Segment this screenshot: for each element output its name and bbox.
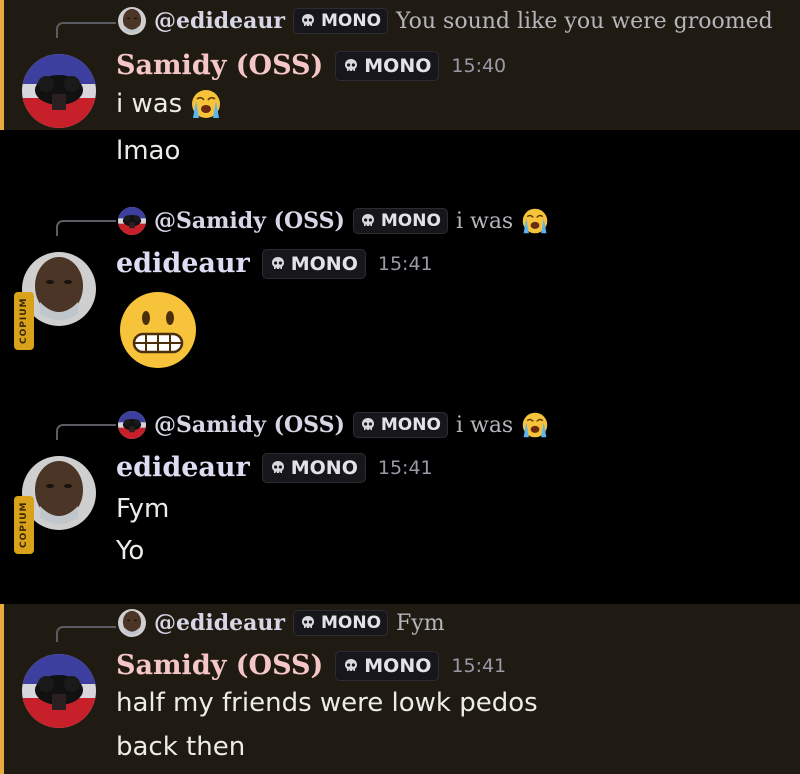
loudly-crying-face-icon (521, 207, 549, 235)
guild-tag[interactable]: MONO (335, 50, 440, 81)
message-2[interactable]: @Samidy (OSS) MONO i was COPIUM edideaur… (0, 196, 800, 382)
reply-author[interactable]: @edideaur (154, 8, 285, 34)
message-text: Fym (116, 494, 170, 524)
reply-connector (56, 424, 116, 440)
reply-text: Fym (396, 610, 445, 636)
reply-text: i was (455, 208, 514, 234)
loudly-crying-face-icon (190, 88, 222, 120)
reply-connector (56, 626, 116, 642)
message-header: edideaur MONO 15:41 (116, 248, 433, 279)
username[interactable]: Samidy (OSS) (116, 650, 323, 681)
reply-preview[interactable]: @Samidy (OSS) MONO i was (118, 206, 549, 236)
username[interactable]: edideaur (116, 452, 250, 483)
timestamp: 15:41 (377, 252, 433, 275)
guild-tag[interactable]: MONO (261, 248, 366, 279)
reply-text: You sound like you were groomed (396, 8, 773, 34)
username[interactable]: edideaur (116, 248, 250, 279)
skull-icon (270, 460, 286, 476)
message-text: half my friends were lowk pedos (116, 688, 538, 718)
skull-icon (343, 658, 359, 674)
reply-preview[interactable]: @edideaur MONO You sound like you were g… (118, 6, 773, 36)
username[interactable]: Samidy (OSS) (116, 50, 323, 81)
skull-icon (360, 213, 376, 229)
reply-text: i was (455, 412, 514, 438)
message-1[interactable]: @edideaur MONO You sound like you were g… (0, 0, 800, 130)
message-text: Yo (116, 536, 145, 566)
message-text: i was (116, 88, 222, 120)
reply-author[interactable]: @Samidy (OSS) (154, 208, 345, 234)
reply-tag: MONO (292, 610, 389, 636)
reply-tag: MONO (352, 208, 448, 234)
copium-badge: COPIUM (14, 292, 34, 350)
guild-tag[interactable]: MONO (261, 452, 366, 483)
message-3[interactable]: @Samidy (OSS) MONO i was COPIUM edideaur… (0, 400, 800, 590)
reply-author[interactable]: @edideaur (154, 610, 285, 636)
timestamp: 15:40 (451, 54, 507, 77)
message-text: back then (116, 732, 246, 762)
timestamp: 15:41 (377, 456, 433, 479)
reply-avatar (118, 207, 146, 235)
skull-icon (360, 417, 376, 433)
message-header: Samidy (OSS) MONO 15:40 (116, 50, 506, 81)
reply-tag: MONO (352, 412, 448, 438)
avatar[interactable] (22, 654, 96, 728)
reply-connector (56, 220, 116, 236)
reply-author[interactable]: @Samidy (OSS) (154, 412, 345, 438)
reply-avatar (118, 411, 146, 439)
skull-icon (300, 13, 316, 29)
reply-avatar (118, 609, 146, 637)
skull-icon (300, 615, 316, 631)
loudly-crying-face-icon (521, 411, 549, 439)
reply-preview[interactable]: @edideaur MONO Fym (118, 608, 445, 638)
grimacing-face-icon (116, 288, 200, 372)
reply-preview[interactable]: @Samidy (OSS) MONO i was (118, 410, 549, 440)
avatar[interactable] (22, 54, 96, 128)
message-header: edideaur MONO 15:41 (116, 452, 433, 483)
reply-avatar (118, 7, 146, 35)
message-4[interactable]: @edideaur MONO Fym Samidy (OSS) MONO 15:… (0, 604, 800, 774)
message-header: Samidy (OSS) MONO 15:41 (116, 650, 506, 681)
skull-icon (270, 256, 286, 272)
reply-connector (56, 22, 116, 38)
copium-badge: COPIUM (14, 496, 34, 554)
skull-icon (343, 58, 359, 74)
guild-tag[interactable]: MONO (335, 650, 440, 681)
reply-tag: MONO (292, 8, 389, 34)
message-text: lmao (116, 136, 181, 166)
timestamp: 15:41 (451, 654, 507, 677)
